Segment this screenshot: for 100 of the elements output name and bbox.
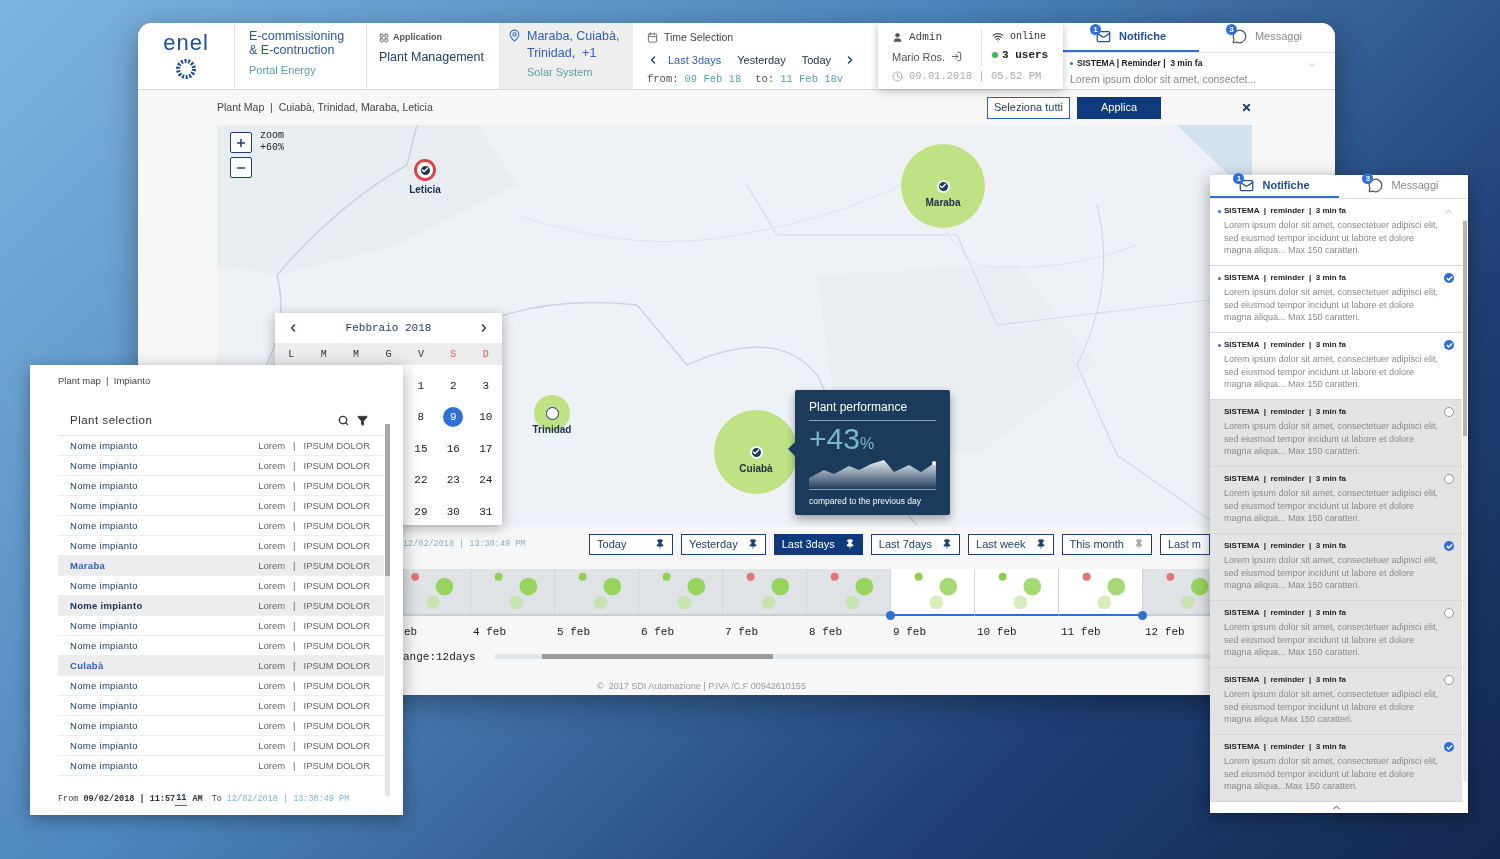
notification-text: Lorem ipsum dolor sit amet, consectetuer adipisci elit, sed eiusmod tempor incidunt ut labore et dolore magna aliqua... Max 150 caratteri. <box>1223 353 1440 391</box>
user-name: Mario Ros. <box>892 49 946 65</box>
tab[interactable]: 3 Messaggi <box>1199 23 1335 52</box>
range-preset-button[interactable]: Last 7days <box>870 533 961 555</box>
grid-icon <box>379 32 389 43</box>
day-label: 10 feb <box>976 625 1018 640</box>
range-preset-button[interactable]: This month <box>1061 533 1152 555</box>
range-preset-button[interactable]: Yesterday <box>681 533 766 555</box>
calendar-day[interactable]: 2 <box>443 375 464 396</box>
notification-text: Lorem ipsum dolor sit amet, consectetuer adipisci elit, sed eiusmod tempor incidunt ut labore et dolore magna aliqua... Max 150 caratteri. <box>1223 420 1440 458</box>
location-pin-icon <box>508 29 521 42</box>
notification-item[interactable]: SISTEMA | reminder | 3 min fa Lorem ipsum dolor sit amet, consectetuer adipisci elit, sed eiusmod tempor incidunt ut labore et dolore magna aliqua... Max 150 caratteri. <box>1210 400 1462 467</box>
calendar-day[interactable]: 8 <box>410 407 431 428</box>
plant-name: Nome impianto <box>70 758 139 773</box>
plant-info: Lorem | IPSUM DOLOR <box>258 738 370 753</box>
notification-item[interactable]: SISTEMA | reminder | 3 min fa Lorem ipsum dolor sit amet, consectetuer adipisci elit, sed eiusmod tempor incidunt ut labore et dolore magna aliqua...Max 150 caratteri. <box>1210 735 1462 802</box>
zoom-in-button[interactable] <box>230 132 252 153</box>
range-handle[interactable] <box>886 611 895 620</box>
checkbox-icon[interactable] <box>1444 340 1454 350</box>
notification-item[interactable]: SISTEMA | reminder | 3 min fa Lorem ipsum dolor sit amet, consectetuer adipisci elit, sed eiusmod tempor incidunt ut labore et dolore magna aliqua... Max 150 caratteri. <box>1210 467 1462 534</box>
plant-name: Nome impianto <box>70 598 144 613</box>
calendar-day[interactable]: 29 <box>410 501 431 522</box>
calendar-day[interactable]: 31 <box>475 501 496 522</box>
logout-icon[interactable] <box>951 51 963 63</box>
notification-item[interactable]: SISTEMA | reminder | 3 min fa Lorem ipsum dolor sit amet, consectetuer adipisci elit, sed eiusmod tempor incidunt ut labore et dolore magna aliqua... Max 150 caratteri. <box>1210 534 1462 601</box>
calendar-day[interactable]: 22 <box>410 470 431 491</box>
list-scrollbar[interactable] <box>385 424 390 797</box>
checkbox-icon[interactable] <box>1444 675 1454 685</box>
time-preset[interactable]: Yesterday <box>730 51 793 69</box>
marker-label: Maraba <box>925 196 961 210</box>
filter-icon[interactable] <box>357 415 368 427</box>
calendar-month: Febbraio 2018 <box>345 320 432 336</box>
checkbox-icon[interactable] <box>1444 407 1454 417</box>
breadcrumb: Plant Map | Cuiabà, Trinidad, Maraba, Leticia <box>217 99 433 115</box>
time-preset[interactable]: Today <box>794 51 839 69</box>
plant-info: Lorem | IPSUM DOLOR <box>258 498 370 513</box>
notification-title: SISTEMA | reminder | 3 min fa <box>1224 473 1347 485</box>
calendar-day[interactable]: 9 <box>443 407 464 428</box>
time-preset[interactable]: Last 3days <box>661 51 729 69</box>
notification-title: SISTEMA | reminder | 3 min fa <box>1224 205 1347 217</box>
calendar-day[interactable]: 3 <box>475 375 496 396</box>
checkbox-icon[interactable] <box>1444 742 1454 752</box>
plant-name: Maraba <box>70 558 107 573</box>
calendar-day[interactable]: 15 <box>410 438 431 459</box>
calendar-day[interactable]: 1 <box>410 375 431 396</box>
plant-row[interactable]: Culabà Lorem | IPSUM DOLOR <box>58 656 384 677</box>
zoom-label: zoom <box>260 130 284 141</box>
checkbox-icon[interactable] <box>1444 474 1454 484</box>
range-preset-button[interactable]: Today <box>589 533 674 555</box>
apply-button[interactable]: Applica <box>1077 96 1161 119</box>
application-name[interactable]: Plant Management <box>379 47 499 67</box>
tab[interactable]: 3 Messaggi <box>1339 175 1468 198</box>
pin-icon <box>844 539 855 549</box>
badge: 1 <box>1233 173 1245 184</box>
calendar-day[interactable]: 16 <box>443 438 464 459</box>
plant-row[interactable]: Nome impianto Lorem | IPSUM DOLOR <box>58 596 384 617</box>
calendar-day[interactable]: 17 <box>475 438 496 459</box>
tab[interactable]: 1 Notifiche <box>1063 23 1199 52</box>
weekday-label: S <box>449 347 458 362</box>
select-all-button[interactable]: Seleziona tutti <box>986 96 1070 119</box>
calendar-day[interactable]: 24 <box>475 470 496 491</box>
tooltip-caption: compared to the previous day <box>809 495 922 508</box>
checkbox-icon[interactable] <box>1444 273 1454 283</box>
checkbox-icon[interactable] <box>1444 541 1454 551</box>
from-date: 09 Feb 18 <box>684 72 742 88</box>
calendar-day[interactable]: 10 <box>475 407 496 428</box>
zoom-value: +60% <box>260 142 284 153</box>
calendar-day[interactable]: 30 <box>443 501 464 522</box>
notification-item[interactable]: SISTEMA | reminder | 3 min fa Lorem ipsum dolor sit amet, consectetuer adipisci elit, sed eiusmod tempor incidunt ut labore et dolore magna aliqua... Max 150 caratteri. <box>1210 333 1462 400</box>
notification-item[interactable]: SISTEMA | reminder | 3 min fa Lorem ipsum dolor sit amet, consectetuer adipisci elit, sed eiusmod tempor incidunt ut labore et dolore magna aliqua... Max 150 caratteri. <box>1210 601 1462 668</box>
range-handle[interactable] <box>1138 611 1147 620</box>
plant-info: Lorem | IPSUM DOLOR <box>258 698 370 713</box>
plant-name: Nome impianto <box>70 718 139 733</box>
plant-info: Lorem | IPSUM DOLOR <box>258 678 370 693</box>
selected-plants[interactable]: Maraba, Cuiabà, Trinidad, +1 <box>527 28 632 62</box>
checkbox-icon[interactable] <box>1444 608 1454 618</box>
range-preset-button[interactable]: Last 3days <box>773 533 863 555</box>
close-icon[interactable] <box>1241 102 1252 113</box>
day-label: eb <box>403 625 419 640</box>
plant-info: Lorem | IPSUM DOLOR <box>258 598 370 613</box>
notifications-scrollbar[interactable] <box>1463 221 1467 781</box>
timeline-scrollbar[interactable] <box>495 654 1210 660</box>
notification-text: Lorem ipsum dolor sit amet, consectetuer adipisci elit, sed eiusmod tempor incidunt ut labore et dolore magna aliqua... Max 150 caratteri. <box>1223 487 1440 525</box>
notification-item[interactable]: SISTEMA | reminder | 3 min fa Lorem ipsum dolor sit amet, consectetuer adipisci elit, sed eiusmod tempor incidunt ut labore et dolore magna aliqua... Max 150 caratteri. <box>1210 266 1462 333</box>
weekday-label: M <box>352 347 361 362</box>
notification-item[interactable]: SISTEMA | reminder | 3 min fa Lorem ipsum dolor sit amet, consectetuer adipisci elit, sed eiusmod tempor incidunt ut labore et dolore magna aliqua Max 150 caratteri. <box>1210 668 1462 735</box>
range-preset-button[interactable]: Last week <box>968 533 1054 555</box>
range-length: ange:12days <box>403 649 477 665</box>
zoom-out-button[interactable] <box>230 157 252 178</box>
copyright: © 2017 SDI Automazione | P.IVA /C.F 00942610155 <box>597 679 806 693</box>
plant-row[interactable]: Maraba Lorem | IPSUM DOLOR <box>58 556 384 577</box>
notification-text: Lorem ipsum dolor sit amet, consectetuer adipisci elit, sed eiusmod tempor incidunt ut labore et dolore magna aliqua... Max 150 caratteri. <box>1223 621 1440 659</box>
scroll-up-icon[interactable] <box>1330 802 1342 813</box>
plant-name: Nome impianto <box>70 638 139 653</box>
range-preset-button[interactable]: Last m <box>1160 533 1210 555</box>
notification-item[interactable]: SISTEMA | reminder | 3 min fa Lorem ipsum dolor sit amet, consectetuer adipisci elit, sed eiusmod tempor incidunt ut labore et dolore magna aliqua... Max 150 caratteri. <box>1210 199 1462 266</box>
search-icon[interactable] <box>338 415 349 427</box>
seconds-field[interactable]: 11 <box>175 792 188 806</box>
from-datetime: 09/02/2018 | 11:57 <box>83 792 176 806</box>
calendar-day[interactable]: 23 <box>443 470 464 491</box>
